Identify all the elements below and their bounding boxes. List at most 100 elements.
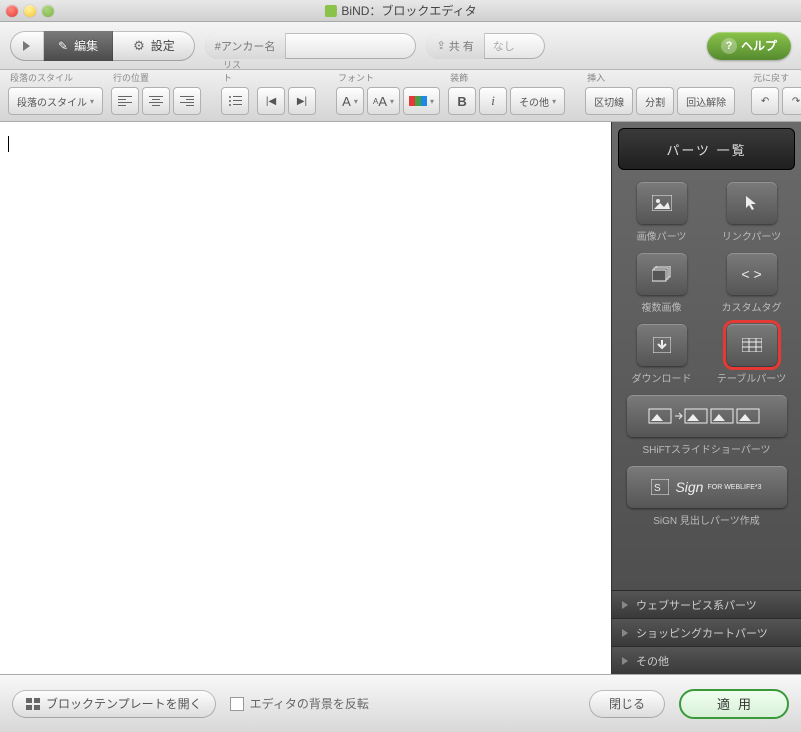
parts-accordion: ウェブサービス系パーツ ショッピングカートパーツ その他 xyxy=(612,590,801,674)
share-field: 共 有 xyxy=(426,33,544,59)
help-label: ヘルプ xyxy=(741,37,777,54)
font-size-dropdown[interactable]: AA▾ xyxy=(367,87,400,115)
open-template-button[interactable]: ブロックテンプレートを開く xyxy=(12,690,216,718)
list-group-label: リスト xyxy=(221,58,249,84)
image-icon xyxy=(652,195,672,211)
custom-tag-button[interactable]: < > xyxy=(727,253,777,295)
invert-bg-checkbox[interactable]: エディタの背景を反転 xyxy=(230,695,369,712)
apply-label: 適用 xyxy=(717,694,759,713)
paragraph-style-dropdown[interactable]: 段落のスタイル▾ xyxy=(8,87,103,115)
align-left-button[interactable] xyxy=(111,87,139,115)
invert-bg-label: エディタの背景を反転 xyxy=(250,695,369,712)
minimize-window-button[interactable] xyxy=(24,5,36,17)
align-right-button[interactable] xyxy=(173,87,201,115)
anchor-label: #アンカー名 xyxy=(205,33,287,59)
link-part-label: リンクパーツ xyxy=(722,228,781,243)
window-title: BiND：ブロックエディタ xyxy=(324,2,476,19)
multi-image-item: 複数画像 xyxy=(622,253,702,314)
font-group-label: フォント xyxy=(336,71,440,84)
custom-tag-item: < > カスタムタグ xyxy=(712,253,792,314)
main-area: パーツ 一覧 画像パーツ リンクパーツ xyxy=(0,122,801,674)
anchor-input[interactable] xyxy=(286,33,416,59)
multi-image-button[interactable] xyxy=(637,253,687,295)
unwrap-button[interactable]: 回込解除 xyxy=(677,87,735,115)
sign-item: S Sign FOR WEBLIFE*3 SiGN 見出しパーツ作成 xyxy=(622,466,792,527)
undo-button[interactable]: ↶ xyxy=(751,87,779,115)
table-icon xyxy=(742,338,762,352)
separator-button[interactable]: 区切線 xyxy=(585,87,633,115)
titlebar: BiND：ブロックエディタ xyxy=(0,0,801,22)
code-icon: < > xyxy=(741,266,761,282)
font-color-dropdown[interactable]: ▾ xyxy=(403,87,440,115)
footer-bar: ブロックテンプレートを開く エディタの背景を反転 閉じる 適用 xyxy=(0,674,801,732)
font-family-dropdown[interactable]: A▾ xyxy=(336,87,364,115)
bullet-list-button[interactable] xyxy=(221,87,249,115)
undo-group-label: 元に戻す xyxy=(751,71,801,84)
zoom-window-button[interactable] xyxy=(42,5,54,17)
insert-group-label: 挿入 xyxy=(585,71,735,84)
image-part-button[interactable] xyxy=(637,182,687,224)
list-group: リスト xyxy=(221,58,249,115)
bold-button[interactable]: B xyxy=(448,87,476,115)
download-button[interactable] xyxy=(637,324,687,366)
format-toolbar: 段落のスタイル 段落のスタイル▾ 行の位置 リスト |◀ ▶| フォント A▾ … xyxy=(0,70,801,122)
anchor-field: #アンカー名 xyxy=(205,33,417,59)
mode-switch: 編集 設定 xyxy=(10,31,195,61)
slideshow-icon xyxy=(647,407,767,425)
close-window-button[interactable] xyxy=(6,5,18,17)
stack-icon xyxy=(652,266,672,282)
edit-mode-button[interactable]: 編集 xyxy=(44,31,113,61)
settings-mode-button[interactable]: 設定 xyxy=(113,31,195,61)
indent-button[interactable]: ▶| xyxy=(288,87,316,115)
sign-button[interactable]: S Sign FOR WEBLIFE*3 xyxy=(627,466,787,508)
undo-group: 元に戻す ↶ ↷ xyxy=(751,71,801,115)
accordion-web-service[interactable]: ウェブサービス系パーツ xyxy=(612,590,801,618)
table-part-label: テーブルパーツ xyxy=(717,370,786,385)
grid-icon xyxy=(26,698,40,710)
align-group: 行の位置 xyxy=(111,71,201,115)
window-title-text: BiND：ブロックエディタ xyxy=(341,2,476,19)
paragraph-style-group: 段落のスタイル 段落のスタイル▾ xyxy=(8,71,103,115)
align-group-label: 行の位置 xyxy=(111,71,201,84)
close-button[interactable]: 閉じる xyxy=(589,690,665,718)
image-part-item: 画像パーツ xyxy=(622,182,702,243)
outdent-button[interactable]: |◀ xyxy=(257,87,285,115)
italic-button[interactable]: i xyxy=(479,87,507,115)
table-part-button[interactable] xyxy=(727,324,777,366)
link-part-button[interactable] xyxy=(727,182,777,224)
accordion-cart[interactable]: ショッピングカートパーツ xyxy=(612,618,801,646)
decoration-group-label: 装飾 xyxy=(448,71,565,84)
indent-group: |◀ ▶| xyxy=(257,74,316,115)
share-label: 共 有 xyxy=(426,33,484,59)
slideshow-button[interactable] xyxy=(627,395,787,437)
editor-canvas[interactable] xyxy=(0,122,611,674)
parts-panel: パーツ 一覧 画像パーツ リンクパーツ xyxy=(611,122,801,674)
download-item: ダウンロード xyxy=(622,324,702,385)
parts-panel-header: パーツ 一覧 xyxy=(618,128,795,170)
chevron-right-icon xyxy=(622,601,628,609)
accordion-other[interactable]: その他 xyxy=(612,646,801,674)
app-icon xyxy=(324,5,336,17)
slideshow-item: SHiFTスライドショーパーツ xyxy=(622,395,792,456)
redo-button[interactable]: ↷ xyxy=(782,87,801,115)
other-decoration-dropdown[interactable]: その他▾ xyxy=(510,87,565,115)
chevron-right-icon xyxy=(622,657,628,665)
decoration-group: 装飾 B i その他▾ xyxy=(448,71,565,115)
window-controls xyxy=(6,5,54,17)
align-center-button[interactable] xyxy=(142,87,170,115)
multi-image-label: 複数画像 xyxy=(642,299,682,314)
image-part-label: 画像パーツ xyxy=(637,228,687,243)
share-value[interactable] xyxy=(485,33,545,59)
sign-icon: S xyxy=(651,479,669,495)
chevron-right-icon xyxy=(622,629,628,637)
help-button[interactable]: ? ヘルプ xyxy=(707,32,791,60)
share-icon xyxy=(436,39,445,52)
split-button[interactable]: 分割 xyxy=(636,87,674,115)
download-icon xyxy=(653,337,671,353)
parts-list: 画像パーツ リンクパーツ 複数画像 xyxy=(612,176,801,533)
pencil-icon xyxy=(58,39,68,53)
apply-button[interactable]: 適用 xyxy=(679,689,789,719)
cursor-icon xyxy=(743,195,761,211)
play-button[interactable] xyxy=(10,31,44,61)
settings-label: 設定 xyxy=(151,37,175,54)
